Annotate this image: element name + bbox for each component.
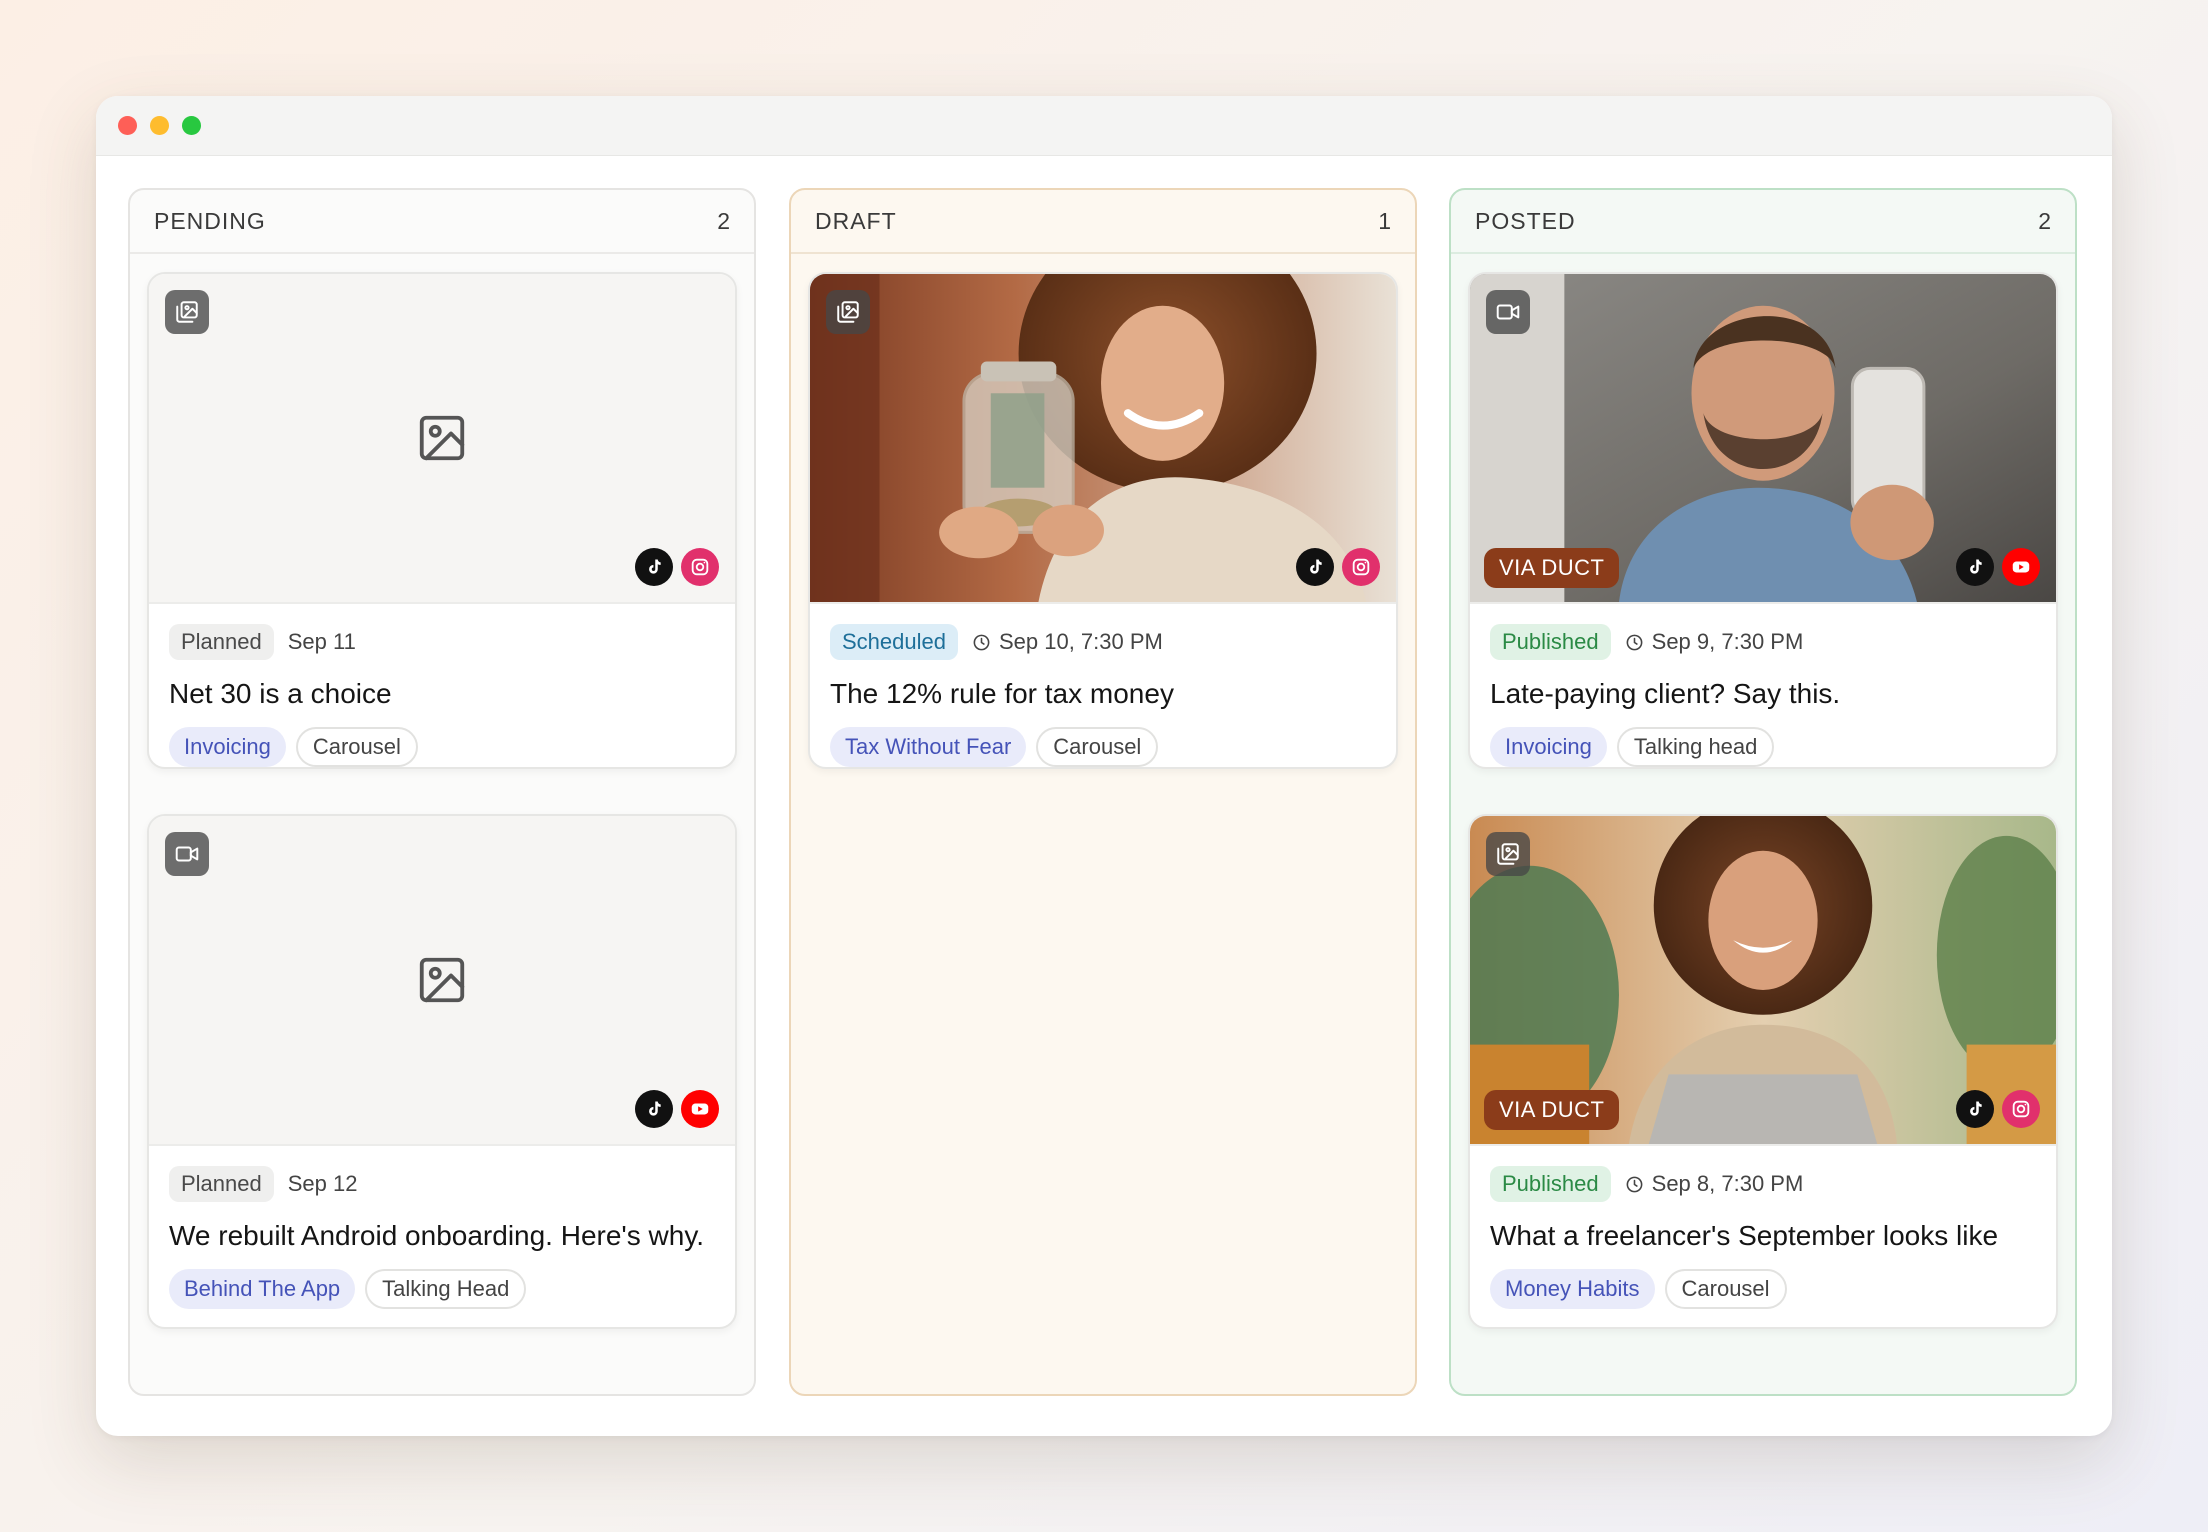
content-card[interactable]: Planned Sep 12 We rebuilt Android onboar… bbox=[147, 814, 737, 1329]
instagram-icon bbox=[1342, 548, 1380, 586]
instagram-icon bbox=[681, 548, 719, 586]
tiktok-icon bbox=[1956, 1090, 1994, 1128]
content-card[interactable]: Scheduled Sep 10, 7:30 PM The 12% rule f… bbox=[808, 272, 1398, 769]
image-placeholder-icon bbox=[419, 957, 465, 1003]
card-date-text: Sep 8, 7:30 PM bbox=[1651, 1171, 1804, 1196]
column-posted: POSTED 2 VIA DUCT Published Sep 9, 7:30 … bbox=[1449, 188, 2077, 1396]
format-tag[interactable]: Carousel bbox=[1664, 1269, 1787, 1309]
clock-icon bbox=[1626, 634, 1643, 650]
content-card[interactable]: VIA DUCT Published Sep 8, 7:30 PM What a… bbox=[1468, 814, 2058, 1329]
platform-icons bbox=[1956, 548, 2040, 586]
card-thumbnail-photo: VIA DUCT bbox=[1470, 816, 2056, 1146]
content-card[interactable]: VIA DUCT Published Sep 9, 7:30 PM Late-p… bbox=[1468, 272, 2058, 769]
status-badge: Planned bbox=[169, 1166, 274, 1202]
card-thumbnail-placeholder bbox=[149, 274, 735, 604]
carousel-icon bbox=[165, 290, 209, 334]
card-date-text: Sep 10, 7:30 PM bbox=[998, 629, 1163, 654]
image-placeholder-icon bbox=[419, 415, 465, 461]
platform-icons bbox=[1296, 548, 1380, 586]
window-titlebar bbox=[96, 96, 2112, 156]
topic-tag[interactable]: Money Habits bbox=[1490, 1269, 1655, 1309]
card-body: Published Sep 9, 7:30 PM Late-paying cli… bbox=[1470, 604, 2056, 767]
status-badge: Published bbox=[1490, 624, 1611, 660]
column-header: PENDING 2 bbox=[130, 190, 754, 254]
tiktok-icon bbox=[1296, 548, 1334, 586]
card-date: Sep 12 bbox=[287, 1171, 358, 1196]
column-count: 2 bbox=[2038, 207, 2051, 234]
minimize-window-button[interactable] bbox=[150, 116, 169, 135]
column-count: 2 bbox=[717, 207, 730, 234]
column-pending: PENDING 2 Planned Sep 11 Net 30 is a cho… bbox=[128, 188, 756, 1396]
card-title: Net 30 is a choice bbox=[169, 678, 392, 709]
topic-tag[interactable]: Behind The App bbox=[169, 1269, 356, 1309]
card-title: The 12% rule for tax money bbox=[830, 678, 1174, 709]
app-window: PENDING 2 Planned Sep 11 Net 30 is a cho… bbox=[96, 96, 2112, 1436]
topic-tag[interactable]: Tax Without Fear bbox=[830, 727, 1027, 767]
video-icon bbox=[165, 832, 209, 876]
card-thumbnail-photo: VIA DUCT bbox=[1470, 274, 2056, 604]
content-card[interactable]: Planned Sep 11 Net 30 is a choice Invoic… bbox=[147, 272, 737, 769]
card-title: Late-paying client? Say this. bbox=[1490, 678, 1841, 709]
card-date: Sep 10, 7:30 PM bbox=[972, 629, 1163, 655]
card-date: Sep 9, 7:30 PM bbox=[1625, 629, 1804, 655]
instagram-icon bbox=[2002, 1090, 2040, 1128]
card-body: Planned Sep 11 Net 30 is a choice Invoic… bbox=[149, 604, 735, 767]
status-badge: Scheduled bbox=[830, 624, 958, 660]
status-badge: Published bbox=[1490, 1166, 1611, 1202]
kanban-board: PENDING 2 Planned Sep 11 Net 30 is a cho… bbox=[128, 188, 2080, 1396]
platform-icons bbox=[1956, 1090, 2040, 1128]
card-date: Sep 11 bbox=[287, 629, 356, 654]
column-count: 1 bbox=[1378, 207, 1391, 234]
card-date: Sep 8, 7:30 PM bbox=[1625, 1171, 1804, 1197]
youtube-icon bbox=[2002, 548, 2040, 586]
card-date-text: Sep 9, 7:30 PM bbox=[1651, 629, 1804, 654]
via-duct-badge: VIA DUCT bbox=[1484, 548, 1620, 588]
tiktok-icon bbox=[635, 548, 673, 586]
column-header: DRAFT 1 bbox=[791, 190, 1415, 254]
video-icon bbox=[1486, 290, 1530, 334]
topic-tag[interactable]: Invoicing bbox=[169, 727, 286, 767]
card-body: Published Sep 8, 7:30 PM What a freelanc… bbox=[1470, 1146, 2056, 1327]
maximize-window-button[interactable] bbox=[182, 116, 201, 135]
tiktok-icon bbox=[1956, 548, 1994, 586]
format-tag[interactable]: Talking Head bbox=[365, 1269, 527, 1309]
format-tag[interactable]: Carousel bbox=[295, 727, 418, 767]
topic-tag[interactable]: Invoicing bbox=[1490, 727, 1607, 767]
youtube-icon bbox=[681, 1090, 719, 1128]
card-title: What a freelancer's September looks like bbox=[1490, 1220, 1999, 1251]
platform-icons bbox=[635, 548, 719, 586]
close-window-button[interactable] bbox=[118, 116, 137, 135]
carousel-icon bbox=[1486, 832, 1530, 876]
column-draft: DRAFT 1 Scheduled Sep 10, 7:30 PM The 12… bbox=[789, 188, 1417, 1396]
tiktok-icon bbox=[635, 1090, 673, 1128]
column-title: POSTED bbox=[1475, 207, 1576, 234]
clock-icon bbox=[973, 634, 990, 650]
column-header: POSTED 2 bbox=[1451, 190, 2075, 254]
format-tag[interactable]: Talking head bbox=[1616, 727, 1775, 767]
platform-icons bbox=[635, 1090, 719, 1128]
status-badge: Planned bbox=[169, 624, 274, 660]
card-body: Planned Sep 12 We rebuilt Android onboar… bbox=[149, 1146, 735, 1327]
card-body: Scheduled Sep 10, 7:30 PM The 12% rule f… bbox=[810, 604, 1396, 767]
format-tag[interactable]: Carousel bbox=[1036, 727, 1159, 767]
card-thumbnail-photo bbox=[810, 274, 1396, 604]
card-title: We rebuilt Android onboarding. Here's wh… bbox=[169, 1220, 705, 1251]
via-duct-badge: VIA DUCT bbox=[1484, 1090, 1620, 1130]
column-title: PENDING bbox=[154, 207, 266, 234]
column-title: DRAFT bbox=[815, 207, 897, 234]
clock-icon bbox=[1626, 1176, 1643, 1192]
carousel-icon bbox=[826, 290, 870, 334]
card-thumbnail-placeholder bbox=[149, 816, 735, 1146]
